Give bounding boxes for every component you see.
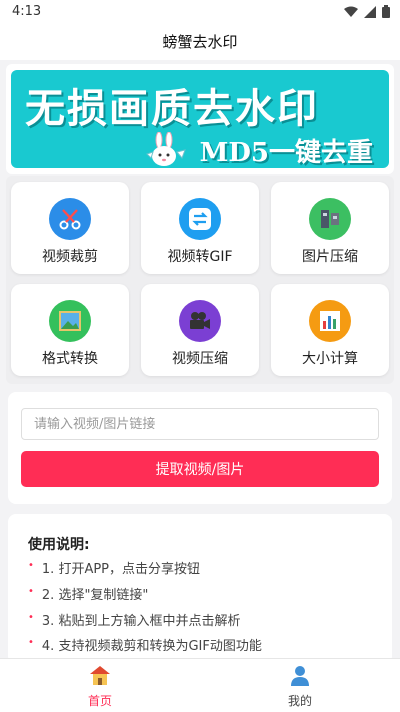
url-input[interactable]: [21, 408, 379, 440]
banner-headline: 无损画质去水印: [25, 85, 319, 132]
tab-home[interactable]: 首页: [0, 659, 200, 712]
extract-button[interactable]: 提取视频/图片: [21, 451, 379, 487]
scissors-icon: [49, 198, 91, 240]
tool-video-crop[interactable]: 视频裁剪: [11, 182, 129, 274]
tool-label: 视频裁剪: [42, 249, 98, 265]
compress-icon: [309, 198, 351, 240]
tool-label: 大小计算: [302, 351, 358, 367]
tool-label: 视频压缩: [172, 351, 228, 367]
tool-video-to-gif[interactable]: 视频转GIF: [141, 182, 259, 274]
battery-icon: [382, 5, 390, 18]
tab-label: 首页: [87, 694, 112, 708]
tool-label: 图片压缩: [302, 249, 358, 265]
tab-label: 我的: [287, 694, 312, 708]
bottom-tab-bar: 首页 我的: [0, 658, 400, 712]
tool-size-calc[interactable]: 大小计算: [271, 284, 389, 376]
tool-video-compress[interactable]: 视频压缩: [141, 284, 259, 376]
picture-icon: [49, 300, 91, 342]
tool-image-compress[interactable]: 图片压缩: [271, 182, 389, 274]
tool-format-convert[interactable]: 格式转换: [11, 284, 129, 376]
tools-grid: 视频裁剪 视频转GIF 图片压缩 格式转换 视频压缩 大小计算: [6, 176, 394, 384]
tab-profile[interactable]: 我的: [200, 659, 400, 712]
promo-banner[interactable]: 无损画质去水印 MD5一键去重: [11, 70, 389, 168]
instruction-step: • 2. 选择"复制链接": [28, 586, 149, 603]
status-bar: 4:13: [0, 0, 400, 24]
page-title: 螃蟹去水印: [162, 33, 238, 51]
link-parser-card: 提取视频/图片: [8, 392, 392, 504]
bar-chart-icon: [309, 300, 351, 342]
instruction-step: • 3. 粘贴到上方输入框中并点击解析: [28, 612, 241, 629]
convert-icon: [179, 198, 221, 240]
instruction-step: • 1. 打开APP，点击分享按钮: [28, 560, 201, 577]
instructions-card: 使用说明: • 1. 打开APP，点击分享按钮 • 2. 选择"复制链接" • 3. …: [8, 514, 392, 664]
banner-subline: MD5一键去重: [199, 138, 373, 168]
status-icons: [344, 5, 390, 18]
instructions-title: 使用说明:: [28, 537, 90, 553]
bullet-icon: •: [28, 586, 34, 597]
bunny-icon: [146, 132, 186, 166]
bullet-icon: •: [28, 612, 34, 623]
user-icon: [291, 666, 309, 686]
app-bar: 螃蟹去水印: [0, 24, 400, 60]
banner-container: 无损画质去水印 MD5一键去重: [6, 64, 394, 174]
cellular-signal-icon: [364, 5, 376, 18]
bullet-icon: •: [28, 560, 34, 571]
instruction-step: • 4. 支持视频裁剪和转换为GIF动图功能: [28, 637, 262, 654]
home-icon: [90, 666, 110, 685]
wifi-icon: [344, 6, 358, 17]
status-time: 4:13: [12, 4, 42, 19]
tool-label: 格式转换: [42, 351, 98, 367]
video-camera-icon: [179, 300, 221, 342]
tool-label: 视频转GIF: [167, 249, 233, 265]
bullet-icon: •: [28, 637, 34, 648]
